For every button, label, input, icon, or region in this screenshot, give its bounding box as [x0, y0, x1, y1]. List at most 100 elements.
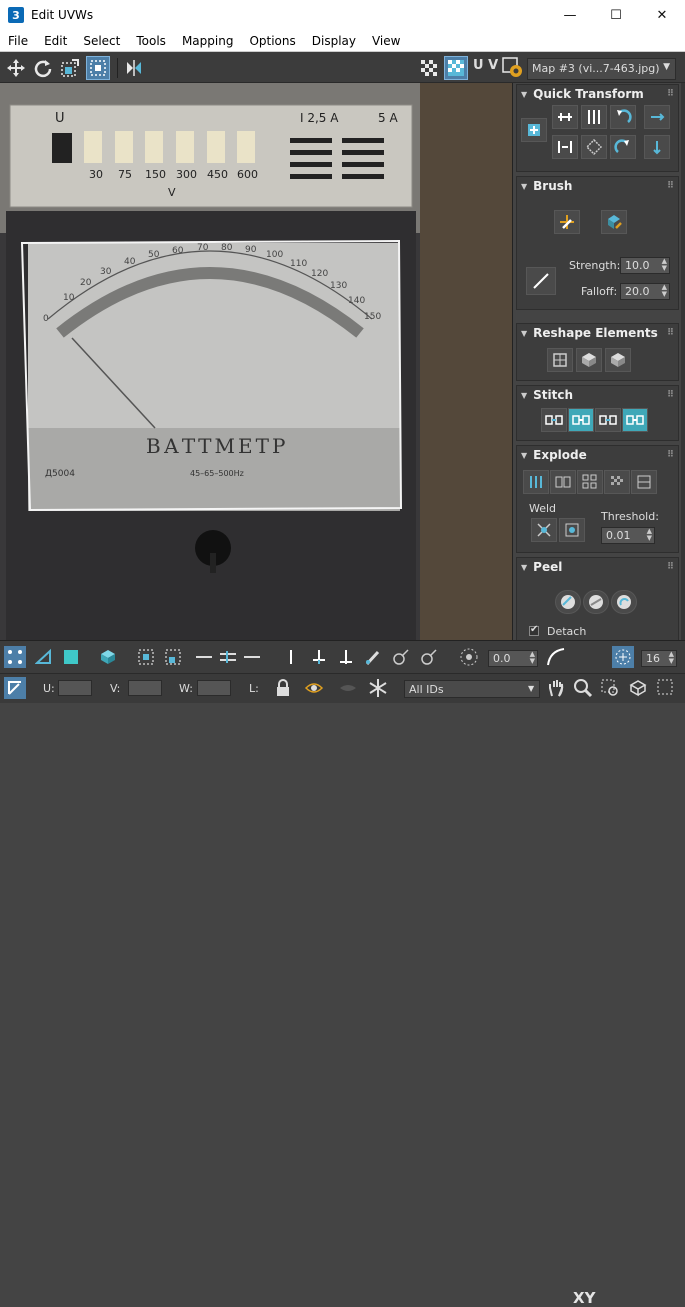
- freeform-icon[interactable]: [86, 56, 110, 80]
- u-field[interactable]: [58, 680, 92, 696]
- stitch-average-icon[interactable]: [568, 408, 594, 432]
- unhide-icon[interactable]: [337, 677, 359, 699]
- soft-selection-spinner[interactable]: 0.0 ▲ ▼: [488, 650, 538, 667]
- flatten-by-material-icon[interactable]: [631, 470, 657, 494]
- edge-mode-icon[interactable]: [33, 646, 55, 668]
- hide-eye-icon[interactable]: [303, 677, 325, 699]
- brush-header[interactable]: ▼ Brush ⠿: [517, 177, 678, 195]
- meter-v-150: 150: [145, 168, 166, 181]
- texture-checker-icon[interactable]: [444, 56, 468, 80]
- zoom-icon[interactable]: [572, 677, 594, 699]
- face-mode-icon[interactable]: [60, 646, 82, 668]
- explode-header[interactable]: ▼ Explode ⠿: [517, 446, 678, 464]
- absolute-offset-icon[interactable]: [4, 677, 26, 699]
- pivot-icon[interactable]: [521, 118, 547, 142]
- space-horizontal-icon[interactable]: [552, 135, 578, 159]
- xy-toggle[interactable]: XY: [573, 1289, 595, 1307]
- zoom-extents-icon[interactable]: [627, 677, 649, 699]
- stitch-header[interactable]: ▼ Stitch ⠿: [517, 386, 678, 404]
- vertex-mode-icon[interactable]: [4, 646, 26, 668]
- uv-viewport[interactable]: U I 2,5 A 5 A 30 75 150 300 450 600 V 0 …: [0, 83, 512, 640]
- stitch-to-target-icon[interactable]: [541, 408, 567, 432]
- align-down-icon[interactable]: [644, 135, 670, 159]
- peel-mode-icon[interactable]: [583, 590, 609, 614]
- detach-edge-icon[interactable]: [550, 470, 576, 494]
- scale-icon[interactable]: [58, 56, 82, 80]
- stitch-custom-icon[interactable]: [622, 408, 648, 432]
- loop-grow-icon[interactable]: [308, 646, 330, 668]
- brush-falloff-icon[interactable]: [526, 267, 556, 295]
- paint-select-icon[interactable]: [362, 646, 384, 668]
- lock-icon[interactable]: [272, 677, 294, 699]
- align-horizontal-icon[interactable]: [552, 105, 578, 129]
- maximize-button[interactable]: ☐: [593, 0, 639, 30]
- paint-select-grow-icon[interactable]: [390, 646, 412, 668]
- menu-file[interactable]: File: [0, 34, 36, 48]
- menu-display[interactable]: Display: [304, 34, 364, 48]
- grow-selection-icon[interactable]: [135, 646, 157, 668]
- weld-target-icon[interactable]: [559, 518, 585, 542]
- grid-spinner[interactable]: 16 ▲ ▼: [641, 650, 677, 667]
- menu-options[interactable]: Options: [241, 34, 303, 48]
- menu-edit[interactable]: Edit: [36, 34, 75, 48]
- peel-header[interactable]: ▼ Peel ⠿: [517, 558, 678, 576]
- falloff-curve-icon[interactable]: [545, 646, 567, 668]
- w-field[interactable]: [197, 680, 231, 696]
- align-vertical-icon[interactable]: [581, 105, 607, 129]
- reset-peel-icon[interactable]: [611, 590, 637, 614]
- quick-peel-icon[interactable]: [555, 590, 581, 614]
- relax-icon[interactable]: [576, 348, 602, 372]
- zoom-selected-icon[interactable]: [655, 677, 677, 699]
- straighten-icon[interactable]: [581, 135, 607, 159]
- element-mode-icon[interactable]: [97, 646, 119, 668]
- settings-gear-icon[interactable]: [501, 56, 525, 80]
- detach-checkbox[interactable]: ✔: [529, 624, 539, 636]
- relax-settings-icon[interactable]: [605, 348, 631, 372]
- loop-shrink-icon[interactable]: [335, 646, 357, 668]
- zoom-region-icon[interactable]: [599, 677, 621, 699]
- minimize-button[interactable]: —: [547, 0, 593, 30]
- checker-icon[interactable]: [417, 56, 441, 80]
- rotate-icon[interactable]: [31, 56, 55, 80]
- w-label: W:: [179, 682, 193, 695]
- id-filter-dropdown[interactable]: All IDs ▼: [404, 680, 540, 698]
- falloff-spinner[interactable]: 20.0 ▲ ▼: [620, 283, 670, 300]
- close-button[interactable]: ✕: [639, 0, 685, 30]
- threshold-spinner[interactable]: 0.01 ▲ ▼: [601, 527, 655, 544]
- grid-snap-icon[interactable]: [612, 646, 634, 668]
- uv-label[interactable]: U V: [473, 58, 498, 73]
- relax-brush-icon[interactable]: [601, 210, 627, 234]
- flatten-by-smoothing-icon[interactable]: [604, 470, 630, 494]
- flatten-icon[interactable]: [577, 470, 603, 494]
- quick-transform-header[interactable]: ▼ Quick Transform ⠿: [517, 85, 678, 103]
- break-icon[interactable]: [523, 470, 549, 494]
- reshape-header[interactable]: ▼ Reshape Elements ⠿: [517, 324, 678, 342]
- rollout-scrollbar[interactable]: [681, 83, 685, 640]
- menu-view[interactable]: View: [364, 34, 408, 48]
- dial-110: 110: [290, 259, 308, 269]
- freeze-icon[interactable]: [367, 677, 389, 699]
- map-dropdown[interactable]: Map #3 (vi...7-463.jpg) ▼: [527, 58, 676, 80]
- rotate-ccw-icon[interactable]: [610, 105, 636, 129]
- edge-loop-icon[interactable]: [193, 646, 273, 668]
- rotate-cw-icon[interactable]: [610, 135, 636, 159]
- strength-spinner[interactable]: 10.0 ▲ ▼: [620, 257, 670, 274]
- move-icon[interactable]: [4, 56, 28, 80]
- shrink-selection-icon[interactable]: [162, 646, 184, 668]
- straighten-selection-icon[interactable]: [547, 348, 573, 372]
- align-right-icon[interactable]: [644, 105, 670, 129]
- paint-move-icon[interactable]: [554, 210, 580, 234]
- menu-mapping[interactable]: Mapping: [174, 34, 242, 48]
- pan-hand-icon[interactable]: [545, 677, 567, 699]
- menu-select[interactable]: Select: [75, 34, 128, 48]
- v-field[interactable]: [128, 680, 162, 696]
- stitch-panel: ▼ Stitch ⠿: [516, 385, 679, 441]
- ring-select-icon[interactable]: [280, 646, 302, 668]
- app-icon: 3: [8, 7, 24, 23]
- paint-select-shrink-icon[interactable]: [418, 646, 440, 668]
- weld-selected-icon[interactable]: [531, 518, 557, 542]
- mirror-icon[interactable]: [122, 56, 146, 80]
- soft-selection-icon[interactable]: [458, 646, 480, 668]
- menu-tools[interactable]: Tools: [128, 34, 174, 48]
- stitch-to-source-icon[interactable]: [595, 408, 621, 432]
